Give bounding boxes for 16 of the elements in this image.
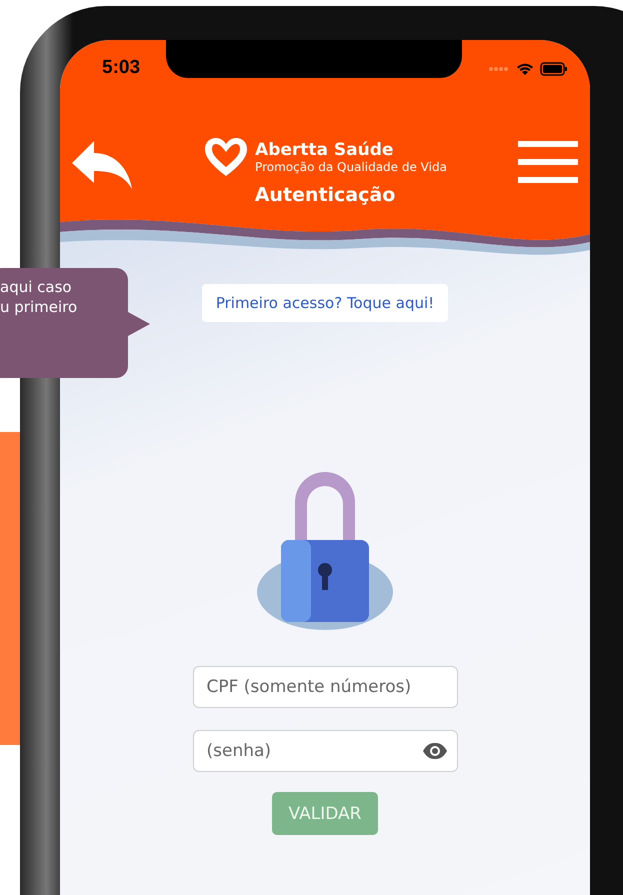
tooltip-text: u primeiro — [0, 297, 78, 317]
back-arrow-icon[interactable] — [72, 141, 132, 189]
wifi-icon — [516, 62, 534, 76]
tooltip-text: aqui caso — [0, 277, 73, 297]
page-title: Autenticação — [254, 184, 396, 206]
signal-icon — [488, 66, 510, 72]
first-access-link[interactable]: Primeiro acesso? Toque aqui! — [202, 284, 448, 322]
heart-logo-icon — [203, 136, 250, 178]
password-field[interactable]: (senha) — [192, 730, 458, 772]
menu-icon[interactable] — [518, 141, 578, 183]
battery-icon — [540, 62, 568, 76]
cpf-field[interactable]: CPF (somente números) — [192, 666, 458, 708]
status-time: 5:03 — [102, 57, 140, 79]
app-tagline: Promoção da Qualidade de Vida — [255, 160, 447, 174]
app-name: Abertta Saúde — [255, 140, 394, 160]
eye-icon[interactable] — [422, 742, 448, 760]
